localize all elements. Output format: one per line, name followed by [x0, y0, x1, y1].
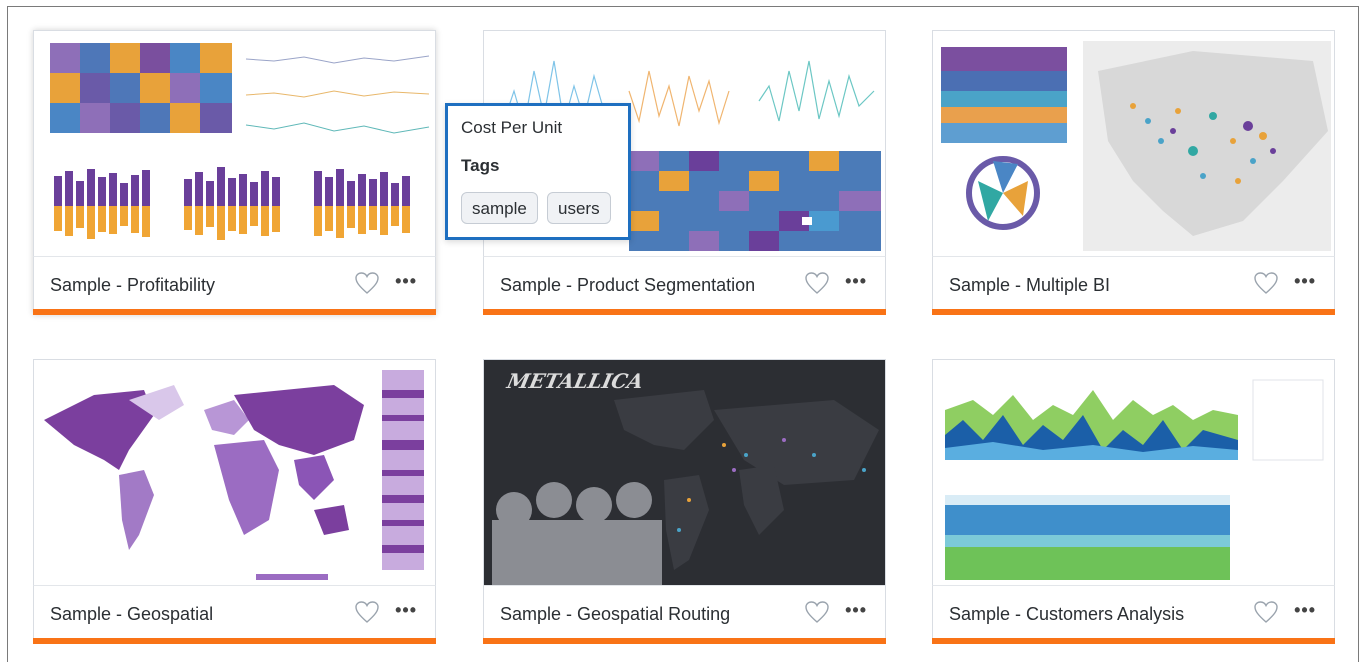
- card-footer: Sample - Multiple BI •••: [932, 256, 1335, 312]
- heart-outline-icon[interactable]: [1253, 271, 1279, 295]
- dashboard-card-geospatial-routing[interactable]: METALLICA Sample - Geospatial Routing ••…: [483, 359, 886, 644]
- accent-bar: [932, 309, 1335, 315]
- tooltip-tags-label: Tags: [461, 156, 500, 175]
- tag-chip-users[interactable]: users: [547, 192, 611, 224]
- ellipsis-icon[interactable]: •••: [395, 600, 417, 621]
- dashboard-card-geospatial[interactable]: Sample - Geospatial •••: [33, 359, 436, 644]
- card-title[interactable]: Sample - Profitability: [50, 275, 215, 296]
- card-footer: Sample - Profitability •••: [33, 256, 436, 312]
- card-footer: Sample - Geospatial •••: [33, 585, 436, 641]
- ellipsis-icon[interactable]: •••: [845, 271, 867, 292]
- thumbnail-customers-analysis: [945, 379, 1324, 580]
- dashboard-card-profitability[interactable]: Sample - Profitability •••: [33, 30, 436, 315]
- metadata-tooltip: Cost Per Unit Tags sample users: [445, 103, 631, 240]
- dashboard-thumbnail[interactable]: [33, 359, 436, 585]
- card-title[interactable]: Sample - Geospatial Routing: [500, 604, 730, 625]
- heart-outline-icon[interactable]: [804, 271, 830, 295]
- thumbnail-geospatial-routing: METALLICA: [484, 360, 885, 585]
- dashboard-card-customers-analysis[interactable]: Sample - Customers Analysis •••: [932, 359, 1335, 644]
- tooltip-title: Cost Per Unit: [461, 118, 563, 137]
- tag-chip-sample[interactable]: sample: [461, 192, 538, 224]
- ellipsis-icon[interactable]: •••: [845, 600, 867, 621]
- heart-outline-icon[interactable]: [354, 600, 380, 624]
- thumbnail-profitability-charts: [50, 43, 430, 240]
- accent-bar: [483, 638, 886, 644]
- dashboard-thumbnail[interactable]: [932, 30, 1335, 256]
- heart-outline-icon[interactable]: [804, 600, 830, 624]
- card-title[interactable]: Sample - Multiple BI: [949, 275, 1110, 296]
- thumbnail-geospatial-map: [44, 370, 424, 580]
- ellipsis-icon[interactable]: •••: [395, 271, 417, 292]
- dashboard-card-multiple-bi[interactable]: Sample - Multiple BI •••: [932, 30, 1335, 315]
- card-title[interactable]: Sample - Product Segmentation: [500, 275, 755, 296]
- heart-outline-icon[interactable]: [1253, 600, 1279, 624]
- heart-outline-icon[interactable]: [354, 271, 380, 295]
- ellipsis-icon[interactable]: •••: [1294, 600, 1316, 621]
- card-title[interactable]: Sample - Geospatial: [50, 604, 213, 625]
- thumbnail-multiple-bi: [941, 41, 1331, 251]
- ellipsis-icon[interactable]: •••: [1294, 271, 1316, 292]
- card-footer: Sample - Customers Analysis •••: [932, 585, 1335, 641]
- card-title[interactable]: Sample - Customers Analysis: [949, 604, 1184, 625]
- accent-bar: [33, 309, 436, 315]
- dashboard-thumbnail[interactable]: [33, 30, 436, 256]
- card-footer: Sample - Product Segmentation •••: [483, 256, 886, 312]
- accent-bar: [483, 309, 886, 315]
- accent-bar: [33, 638, 436, 644]
- card-footer: Sample - Geospatial Routing •••: [483, 585, 886, 641]
- dashboard-thumbnail[interactable]: METALLICA: [483, 359, 886, 585]
- accent-bar: [932, 638, 1335, 644]
- dashboard-thumbnail[interactable]: [932, 359, 1335, 585]
- band-logo-text: METALLICA: [504, 369, 646, 393]
